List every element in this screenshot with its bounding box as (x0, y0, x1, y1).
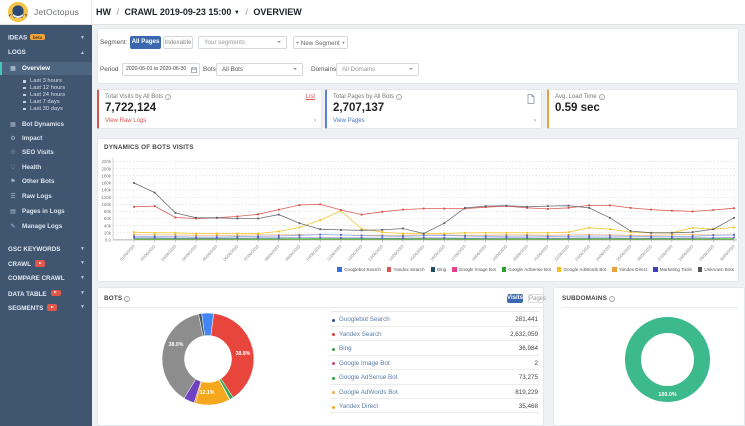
svg-text:12.1%: 12.1% (200, 390, 215, 396)
svg-text:12/06/2020: 12/06/2020 (346, 243, 364, 262)
svg-text:27/06/2020: 27/06/2020 (657, 243, 675, 262)
svg-text:17/06/2020: 17/06/2020 (450, 243, 468, 262)
svg-text:220k: 220k (101, 159, 111, 164)
svg-text:38.8%: 38.8% (236, 351, 251, 357)
svg-text:26/06/2020: 26/06/2020 (636, 243, 654, 262)
svg-text:09/06/2020: 09/06/2020 (284, 243, 302, 262)
svg-text:22/06/2020: 22/06/2020 (553, 243, 571, 262)
svg-text:29/06/2020: 29/06/2020 (698, 243, 716, 262)
svg-text:100.0%: 100.0% (658, 392, 676, 398)
svg-text:140k: 140k (101, 188, 111, 193)
svg-text:20/06/2020: 20/06/2020 (512, 243, 530, 262)
svg-text:04/06/2020: 04/06/2020 (181, 243, 199, 262)
svg-text:200k: 200k (101, 166, 111, 171)
svg-text:20k: 20k (104, 230, 112, 235)
svg-text:160k: 160k (101, 181, 111, 186)
svg-text:38.0%: 38.0% (169, 342, 184, 348)
svg-text:180k: 180k (101, 173, 111, 178)
svg-text:02/06/2020: 02/06/2020 (139, 243, 157, 262)
svg-text:30/06/2020: 30/06/2020 (719, 243, 737, 262)
svg-text:08/06/2020: 08/06/2020 (263, 243, 281, 262)
svg-text:24/06/2020: 24/06/2020 (595, 243, 613, 262)
svg-text:13/06/2020: 13/06/2020 (367, 243, 385, 262)
svg-text:16/06/2020: 16/06/2020 (429, 243, 447, 262)
svg-text:28/06/2020: 28/06/2020 (677, 243, 695, 262)
svg-text:21/06/2020: 21/06/2020 (532, 243, 550, 262)
svg-text:25/06/2020: 25/06/2020 (615, 243, 633, 262)
svg-text:80k: 80k (104, 209, 112, 214)
svg-text:15/06/2020: 15/06/2020 (408, 243, 426, 262)
svg-text:11/06/2020: 11/06/2020 (326, 243, 343, 262)
svg-text:03/06/2020: 03/06/2020 (160, 243, 178, 262)
svg-text:01/06/2020: 01/06/2020 (119, 243, 137, 262)
svg-text:60k: 60k (104, 216, 112, 221)
svg-text:07/06/2020: 07/06/2020 (243, 243, 261, 262)
svg-text:10/06/2020: 10/06/2020 (305, 243, 323, 262)
svg-text:100k: 100k (101, 202, 111, 207)
svg-text:0.0: 0.0 (105, 238, 112, 243)
svg-text:120k: 120k (101, 195, 111, 200)
svg-text:23/06/2020: 23/06/2020 (574, 243, 592, 262)
svg-text:05/06/2020: 05/06/2020 (201, 243, 219, 262)
svg-text:19/06/2020: 19/06/2020 (491, 243, 509, 262)
svg-text:40k: 40k (104, 223, 112, 228)
svg-text:14/06/2020: 14/06/2020 (388, 243, 406, 262)
svg-text:06/06/2020: 06/06/2020 (222, 243, 240, 262)
svg-text:18/06/2020: 18/06/2020 (470, 243, 488, 262)
